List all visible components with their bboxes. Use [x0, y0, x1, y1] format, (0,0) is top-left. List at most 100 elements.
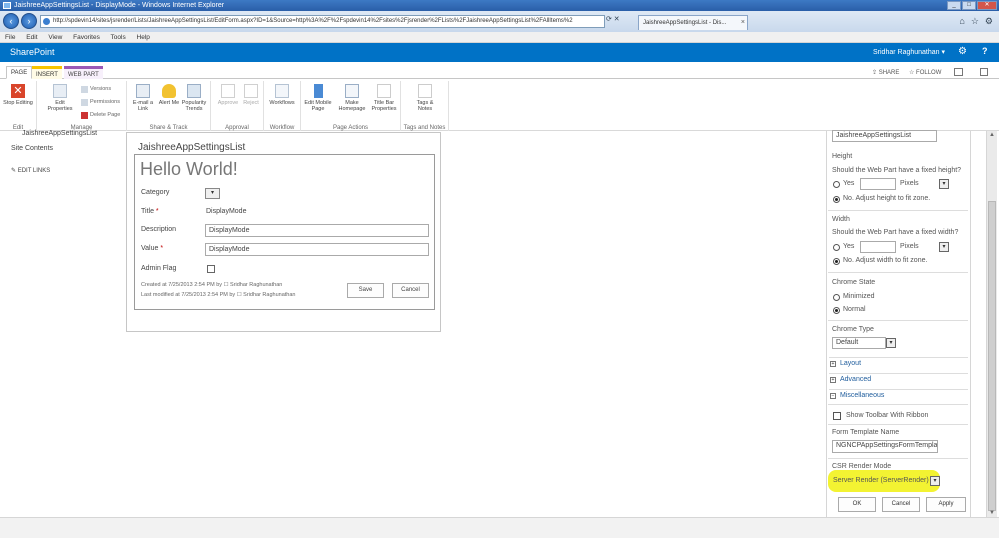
miscellaneous-section[interactable]: − Miscellaneous	[829, 389, 968, 402]
ok-button[interactable]: OK	[838, 497, 876, 512]
width-value-input[interactable]	[860, 241, 896, 253]
save-button[interactable]: Save	[347, 283, 384, 298]
menu-favorites[interactable]: Favorites	[73, 34, 100, 41]
menu-view[interactable]: View	[48, 34, 62, 41]
admin-flag-checkbox[interactable]	[207, 265, 215, 273]
versions-icon	[81, 86, 88, 93]
height-unit-select[interactable]: Pixels	[900, 180, 919, 187]
width-unit-dropdown[interactable]: ▾	[939, 242, 949, 252]
description-input[interactable]: DisplayMode	[205, 224, 429, 237]
alert-me-label: Alert Me	[158, 100, 180, 106]
minimized-radio[interactable]	[833, 294, 840, 301]
maximize-button[interactable]: □	[962, 1, 976, 10]
tab-web-part[interactable]: WEB PART	[64, 66, 103, 79]
collapse-icon: −	[830, 393, 836, 399]
nav-site-contents[interactable]: Site Contents	[11, 145, 53, 152]
help-icon[interactable]: ?	[982, 46, 988, 56]
presence-icon: ☐	[223, 282, 229, 288]
normal-label: Normal	[843, 306, 866, 313]
delete-page-button[interactable]: Delete Page	[81, 112, 120, 119]
popularity-trends-button[interactable]: Popularity Trends	[179, 84, 209, 112]
divider	[828, 210, 968, 211]
edit-mobile-page-button[interactable]: Edit Mobile Page	[303, 84, 333, 112]
width-unit-select[interactable]: Pixels	[900, 243, 919, 250]
title-bar-properties-label: Title Bar Properties	[371, 100, 397, 112]
cancel-button[interactable]: Cancel	[392, 283, 429, 298]
stop-editing-button[interactable]: ✕ Stop Editing	[3, 84, 33, 106]
forward-button[interactable]: ›	[21, 13, 37, 29]
home-icon[interactable]: ⌂	[959, 16, 964, 27]
height-no-radio[interactable]	[833, 196, 840, 203]
focus-on-content-icon[interactable]	[954, 68, 963, 76]
address-bar: ‹ › http://spdevin14/sites/jsrender/List…	[0, 11, 999, 32]
show-toolbar-checkbox[interactable]	[833, 412, 841, 420]
group-approval-label: Approval	[225, 125, 249, 131]
group-workflow-label: Workflow	[269, 125, 295, 131]
user-menu[interactable]: Sridhar Raghunathan ▾	[873, 48, 945, 56]
scroll-down-icon[interactable]: ▼	[989, 510, 995, 516]
apply-button[interactable]: Apply	[926, 497, 966, 512]
tool-pane-cancel-button[interactable]: Cancel	[882, 497, 920, 512]
edit-properties-icon	[53, 84, 67, 98]
height-unit-dropdown[interactable]: ▾	[939, 179, 949, 189]
height-yes-radio[interactable]	[833, 181, 840, 188]
width-yes-radio[interactable]	[833, 244, 840, 251]
favorites-star-icon[interactable]: ☆	[971, 16, 979, 27]
sharepoint-brand[interactable]: SharePoint	[10, 47, 55, 57]
tab-close-icon[interactable]: ×	[741, 16, 745, 30]
settings-gear-icon[interactable]: ⚙	[958, 46, 967, 57]
tab-insert[interactable]: INSERT	[32, 66, 62, 79]
refresh-icon[interactable]: ⟳ ✕	[606, 15, 620, 23]
chrome-state-heading: Chrome State	[832, 279, 876, 286]
form-template-input[interactable]: NGNCPAppSettingsFormTempla	[832, 440, 938, 453]
close-window-button[interactable]: ✕	[977, 1, 997, 10]
permissions-button[interactable]: Permissions	[81, 99, 120, 106]
vertical-scrollbar[interactable]: ▲ ▼	[986, 131, 997, 517]
height-yes-label: Yes	[843, 180, 855, 187]
menu-help[interactable]: Help	[137, 34, 150, 41]
layout-section[interactable]: + Layout	[829, 357, 968, 370]
tags-notes-button[interactable]: Tags & Notes	[410, 84, 440, 112]
url-input[interactable]: http://spdevin14/sites/jsrender/Lists/Ja…	[40, 15, 605, 28]
reject-label: Reject	[243, 100, 259, 106]
advanced-section[interactable]: + Advanced	[829, 373, 968, 386]
browser-tab[interactable]: JaishreeAppSettingsList - Dis... ×	[638, 15, 748, 30]
scrollbar-thumb[interactable]	[988, 201, 996, 511]
category-select[interactable]: ▾	[205, 188, 220, 199]
title-bar-properties-button[interactable]: Title Bar Properties	[369, 84, 399, 112]
tp-title-input[interactable]: JaishreeAppSettingsList	[832, 130, 937, 142]
workflows-button[interactable]: Workflows	[267, 84, 297, 106]
menu-tools[interactable]: Tools	[111, 34, 126, 41]
settings-gear-icon[interactable]: ⚙	[985, 16, 993, 27]
edit-properties-button[interactable]: Edit Properties	[45, 84, 75, 112]
height-question: Should the Web Part have a fixed height?	[832, 167, 962, 174]
workflows-label: Workflows	[269, 100, 295, 106]
follow-button[interactable]: ☆ FOLLOW	[909, 69, 941, 76]
menu-file[interactable]: File	[5, 34, 15, 41]
workflow-icon	[275, 84, 289, 98]
share-button[interactable]: ⇪ SHARE	[872, 69, 899, 76]
nav-edit-links[interactable]: ✎ EDIT LINKS	[11, 167, 50, 174]
normal-radio[interactable]	[833, 307, 840, 314]
versions-button[interactable]: Versions	[81, 86, 111, 93]
scroll-up-icon[interactable]: ▲	[989, 132, 995, 138]
web-part-title: JaishreeAppSettingsList	[138, 142, 246, 153]
minimize-button[interactable]: _	[947, 1, 961, 10]
chrome-type-select[interactable]: Default	[832, 337, 886, 349]
chrome-type-dropdown[interactable]: ▾	[886, 338, 896, 348]
width-no-radio[interactable]	[833, 258, 840, 265]
csr-render-mode-select[interactable]: Server Render (ServerRender)	[833, 477, 929, 484]
make-homepage-button[interactable]: Make Homepage	[337, 84, 367, 112]
suite-bar: SharePoint Sridhar Raghunathan ▾ ⚙ ?	[0, 43, 999, 62]
tab-page[interactable]: PAGE	[6, 66, 33, 79]
menu-edit[interactable]: Edit	[26, 34, 37, 41]
full-screen-icon[interactable]	[980, 68, 988, 76]
back-button[interactable]: ‹	[3, 13, 19, 29]
group-tags-notes: Tags & Notes Tags and Notes	[401, 81, 449, 131]
csr-render-mode-dropdown[interactable]: ▾	[930, 476, 940, 486]
nav-list-link[interactable]: JaishreeAppSettingsList	[22, 130, 97, 137]
width-yes-label: Yes	[843, 243, 855, 250]
reject-button[interactable]: Reject	[236, 84, 266, 106]
value-input[interactable]: DisplayMode	[205, 243, 429, 256]
height-value-input[interactable]	[860, 178, 896, 190]
